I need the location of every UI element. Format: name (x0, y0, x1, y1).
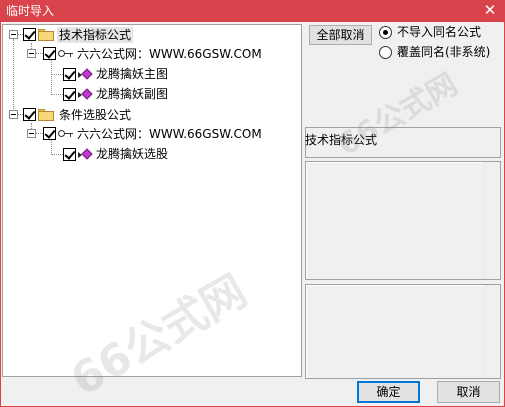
radio-overwrite-duplicates[interactable] (379, 46, 392, 59)
tree-source-label[interactable]: 六六公式网：WWW.66GSW.COM (77, 46, 262, 62)
checkbox-checked-icon[interactable] (23, 108, 36, 121)
tree-line (13, 39, 14, 117)
checkbox-checked-icon[interactable] (43, 47, 56, 60)
close-icon[interactable]: ✕ (481, 1, 499, 19)
folder-icon (38, 109, 54, 121)
formula-item-icon (78, 68, 93, 81)
window-title: 临时导入 (6, 4, 55, 18)
checkbox-checked-icon[interactable] (23, 28, 36, 41)
formula-tree[interactable]: 技术指标公式 六六公式网：WWW.66GSW.COM 龙腾擒妖主图 龙腾擒妖副图… (2, 24, 302, 377)
radio-overwrite-label[interactable]: 覆盖同名(非系统) (397, 44, 490, 60)
checkbox-checked-icon[interactable] (63, 88, 76, 101)
key-icon (58, 129, 74, 139)
key-icon (58, 49, 74, 59)
collapse-icon[interactable] (9, 30, 18, 39)
collapse-icon[interactable] (27, 129, 36, 138)
deselect-all-button[interactable]: 全部取消 (309, 25, 372, 45)
title-bar: 临时导入 ✕ (0, 0, 505, 22)
tree-group-label[interactable]: 条件选股公式 (59, 107, 131, 123)
tree-line (51, 57, 52, 95)
checkbox-checked-icon[interactable] (63, 68, 76, 81)
radio-skip-duplicates[interactable] (379, 26, 392, 39)
checkbox-checked-icon[interactable] (43, 127, 56, 140)
radio-skip-label[interactable]: 不导入同名公式 (397, 24, 481, 40)
formula-item-icon (78, 88, 93, 101)
tree-item-label[interactable]: 龙腾擒妖选股 (96, 146, 168, 162)
cancel-button[interactable]: 取消 (437, 381, 500, 403)
ok-button[interactable]: 确定 (357, 381, 420, 403)
category-info-label: 技术指标公式 (305, 133, 378, 147)
collapse-icon[interactable] (9, 110, 18, 119)
folder-icon (38, 29, 54, 41)
notes-scrollbar[interactable] (484, 285, 500, 378)
description-scrollbar[interactable] (484, 162, 500, 279)
tree-item-label[interactable]: 龙腾擒妖副图 (96, 86, 168, 102)
tree-group-label[interactable]: 技术指标公式 (57, 27, 134, 43)
description-box (305, 161, 501, 280)
checkbox-checked-icon[interactable] (63, 148, 76, 161)
collapse-icon[interactable] (27, 49, 36, 58)
formula-item-icon (78, 148, 93, 161)
notes-box (305, 284, 501, 379)
tree-item-label[interactable]: 龙腾擒妖主图 (96, 66, 168, 82)
tree-source-label[interactable]: 六六公式网：WWW.66GSW.COM (77, 126, 262, 142)
